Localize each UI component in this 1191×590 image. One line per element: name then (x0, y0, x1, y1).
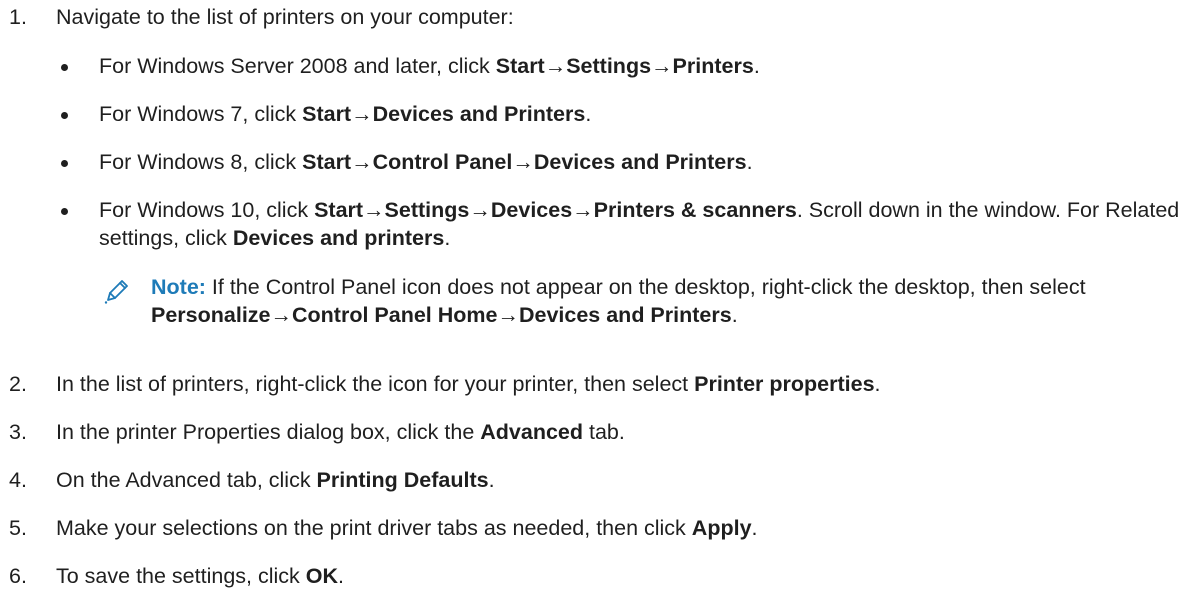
text-run: . (488, 468, 495, 492)
bullet-text: For Windows 8, click Start→Control Panel… (99, 148, 1183, 176)
text-run: → (270, 303, 293, 327)
bold-text: Start (314, 198, 364, 222)
step-text: On the Advanced tab, click Printing Defa… (56, 466, 495, 494)
bullet-text: For Windows 10, click Start→Settings→Dev… (99, 196, 1183, 252)
text-run: . (338, 564, 344, 588)
text-run: . (751, 516, 758, 540)
text-run: In the printer Properties dialog box, cl… (56, 420, 481, 444)
text-run: . (746, 150, 753, 174)
bold-text: Start (495, 54, 545, 78)
text-run: . (874, 372, 881, 396)
text-run: → (363, 198, 385, 222)
bullet-dot (61, 160, 68, 167)
text-run: . (444, 226, 451, 250)
text-run: → (351, 150, 373, 174)
text-run: → (572, 198, 594, 222)
note-text: Note: If the Control Panel icon does not… (151, 273, 1183, 329)
text-run: Navigate to the list of printers on your… (56, 5, 514, 29)
text-run: Make your selections on the print driver… (56, 516, 692, 540)
note-body: If the Control Panel icon does not appea… (151, 275, 1086, 327)
text-run: → (544, 54, 567, 78)
document-page: 1. Navigate to the list of printers on y… (0, 0, 1191, 590)
bold-text: Advanced (480, 420, 584, 444)
bold-text: Personalize (151, 303, 271, 327)
bold-text: Devices (490, 198, 573, 222)
bold-text: Printer properties (694, 372, 875, 396)
bold-text: OK (305, 564, 338, 588)
bold-text: Devices and Printers (518, 303, 732, 327)
bullet-dot (61, 112, 68, 119)
bold-text: Control Panel Home (292, 303, 498, 327)
note-label: Note: (151, 275, 206, 299)
text-run: For Windows 10, click (99, 198, 315, 222)
bullet-dot (61, 64, 68, 71)
bold-text: Settings (384, 198, 470, 222)
bold-text: Apply (691, 516, 752, 540)
step-text: In the printer Properties dialog box, cl… (56, 418, 625, 446)
step-text: In the list of printers, right-click the… (56, 370, 881, 398)
bold-text: Devices and printers (232, 226, 445, 250)
step-text: Navigate to the list of printers on your… (56, 3, 514, 31)
bold-text: Printers (672, 54, 754, 78)
bold-text: Start (302, 102, 352, 126)
step-number: 5. (9, 516, 27, 540)
text-run: For Windows Server 2008 and later, click (99, 54, 496, 78)
step-number: 4. (9, 468, 27, 492)
text-run: . (753, 54, 760, 78)
bold-text: Devices and Printers (372, 102, 586, 126)
text-run: . (731, 303, 738, 327)
text-run: For Windows 7, click (99, 102, 303, 126)
bold-text: Printing Defaults (316, 468, 489, 492)
bold-text: Control Panel (372, 150, 513, 174)
text-run: In the list of printers, right-click the… (56, 372, 695, 396)
text-run: → (512, 150, 534, 174)
text-run: . (585, 102, 592, 126)
step-number: 3. (9, 420, 27, 444)
step-number: 1. (9, 5, 27, 29)
step-number: 2. (9, 372, 27, 396)
text-run: tab. (583, 420, 625, 444)
bold-text: Devices and Printers (533, 150, 747, 174)
text-run: → (497, 303, 519, 327)
text-run: To save the settings, click (56, 564, 306, 588)
bullet-text: For Windows Server 2008 and later, click… (99, 52, 1183, 80)
bullet-text: For Windows 7, click Start→Devices and P… (99, 100, 1183, 128)
text-run: On the Advanced tab, click (56, 468, 317, 492)
text-run: If the Control Panel icon does not appea… (205, 275, 1086, 299)
step-text: Make your selections on the print driver… (56, 514, 758, 542)
bold-text: Printers & scanners (593, 198, 797, 222)
text-run: → (351, 102, 373, 126)
step-text: To save the settings, click OK. (56, 562, 344, 590)
text-run: For Windows 8, click (99, 150, 303, 174)
text-run: → (651, 54, 673, 78)
bold-text: Start (302, 150, 352, 174)
pencil-icon (104, 280, 128, 304)
text-run: → (469, 198, 491, 222)
bold-text: Settings (566, 54, 652, 78)
step-number: 6. (9, 564, 27, 588)
bullet-dot (61, 208, 68, 215)
